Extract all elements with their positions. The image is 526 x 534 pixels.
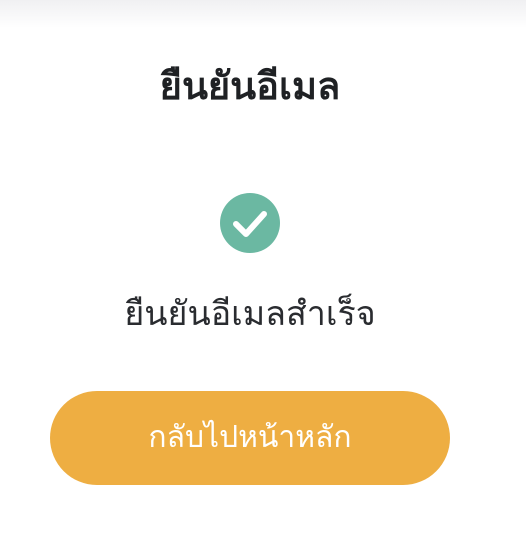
page-title: ยืนยันอีเมล [159, 64, 341, 108]
success-message: ยืนยันอีเมลสำเร็จ [124, 294, 376, 334]
back-to-home-button[interactable]: กลับไปหน้าหลัก [50, 391, 450, 485]
check-circle-icon [220, 193, 280, 253]
check-mark-icon [233, 211, 267, 237]
top-shadow [0, 0, 526, 28]
